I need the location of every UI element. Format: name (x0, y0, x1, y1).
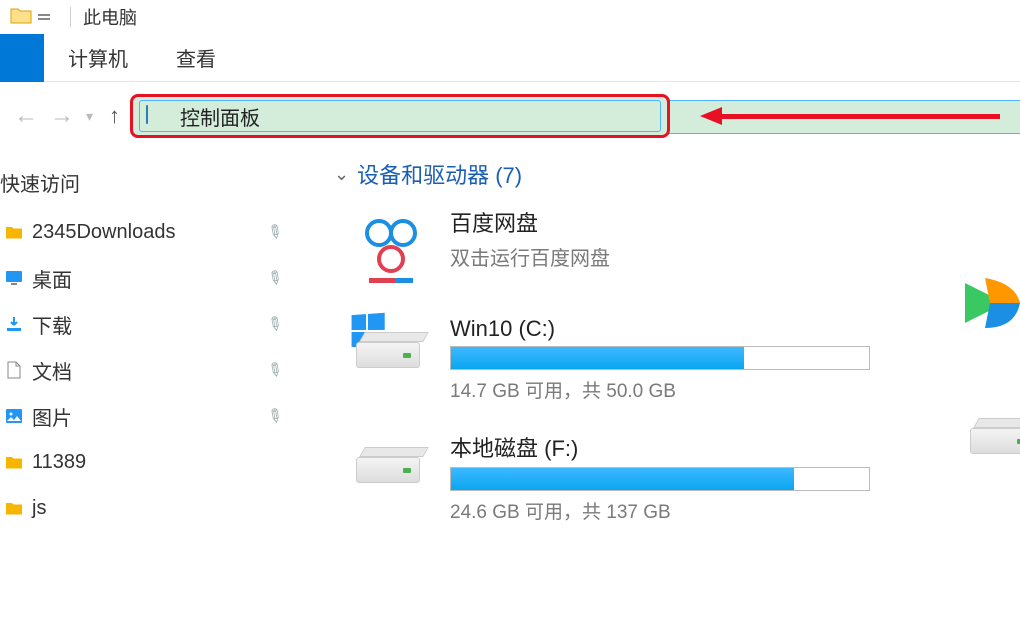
usage-bar (450, 467, 870, 491)
tab-view[interactable]: 查看 (152, 43, 240, 72)
folder-icon (4, 498, 24, 518)
drive-item-baidu[interactable]: 百度网盘 双击运行百度网盘 (350, 206, 1020, 288)
folder-icon (4, 222, 24, 242)
content-pane: ⌄ 设备和驱动器 (7) 百度网盘 双击运行百度网盘 (310, 150, 1020, 630)
usage-bar (450, 346, 870, 370)
ribbon: 计算机 查看 (0, 34, 1020, 82)
usage-fill (451, 468, 794, 490)
sidebar-item-label: 下载 (32, 310, 267, 339)
quick-access-dropdown-icon[interactable] (38, 9, 50, 25)
drive-item-c[interactable]: Win10 (C:) 14.7 GB 可用，共 50.0 GB (350, 316, 1020, 403)
sidebar-item-2345downloads[interactable]: 2345Downloads ✎ (0, 209, 310, 255)
desktop-icon (4, 268, 24, 288)
drive-title: 本地磁盘 (F:) (450, 431, 1020, 463)
sidebar-item-js[interactable]: js (0, 485, 310, 531)
sidebar-item-label: 图片 (32, 402, 267, 431)
sidebar-item-label: 2345Downloads (32, 221, 267, 244)
hdd-icon (350, 316, 432, 398)
pictures-icon (4, 406, 24, 426)
drive-title: Win10 (C:) (450, 316, 1020, 342)
sidebar-item-pictures[interactable]: 图片 ✎ (0, 393, 310, 439)
folder-icon (10, 6, 38, 29)
sidebar-item-documents[interactable]: 文档 ✎ (0, 347, 310, 393)
nav-back[interactable]: ← (8, 102, 44, 130)
drive-item-f[interactable]: 本地磁盘 (F:) 24.6 GB 可用，共 137 GB (350, 431, 1020, 524)
drive-subtitle: 双击运行百度网盘 (450, 242, 1020, 271)
address-text[interactable]: 控制面板 (180, 102, 260, 131)
folder-icon (4, 452, 24, 472)
download-icon (4, 314, 24, 334)
group-header-label: 设备和驱动器 (7) (357, 158, 522, 190)
separator (70, 7, 71, 27)
nav-up[interactable]: ↑ (99, 103, 130, 129)
document-icon (4, 360, 24, 380)
address-bar[interactable]: 控制面板 (139, 100, 661, 132)
sidebar-header[interactable]: 快速访问 (0, 162, 310, 209)
sidebar-item-desktop[interactable]: 桌面 ✎ (0, 255, 310, 301)
baidu-icon (350, 206, 432, 288)
control-panel-icon (146, 106, 170, 126)
hdd-icon (350, 431, 432, 513)
drive-title: 百度网盘 (450, 206, 1020, 238)
sidebar-item-label: js (32, 497, 310, 520)
title-bar: 此电脑 (0, 0, 1020, 34)
sidebar-item-label: 11389 (32, 451, 310, 474)
file-tab[interactable] (0, 34, 44, 82)
sidebar-item-label: 文档 (32, 356, 267, 385)
usage-fill (451, 347, 744, 369)
nav-history-dropdown[interactable]: ▾ (80, 108, 99, 125)
nav-forward[interactable]: → (44, 102, 80, 130)
sidebar-item-11389[interactable]: 11389 (0, 439, 310, 485)
usage-label: 14.7 GB 可用，共 50.0 GB (450, 376, 1020, 403)
chevron-down-icon: ⌄ (334, 164, 349, 185)
usage-label: 24.6 GB 可用，共 137 GB (450, 497, 1020, 524)
sidebar-item-downloads[interactable]: 下载 ✎ (0, 301, 310, 347)
sidebar-item-label: 桌面 (32, 264, 267, 293)
sidebar: 快速访问 2345Downloads ✎ 桌面 ✎ 下载 ✎ (0, 150, 310, 630)
annotation-arrow (700, 110, 1000, 122)
tab-computer[interactable]: 计算机 (44, 43, 152, 72)
nav-row: ← → ▾ ↑ 控制面板 (0, 82, 1020, 150)
main-area: 快速访问 2345Downloads ✎ 桌面 ✎ 下载 ✎ (0, 150, 1020, 630)
hdd-icon[interactable] (970, 418, 1020, 468)
group-header-devices[interactable]: ⌄ 设备和驱动器 (7) (310, 150, 1020, 206)
address-bar-highlight: 控制面板 (130, 94, 670, 138)
window-title: 此电脑 (83, 4, 137, 30)
tencent-video-icon[interactable] (940, 258, 1020, 348)
